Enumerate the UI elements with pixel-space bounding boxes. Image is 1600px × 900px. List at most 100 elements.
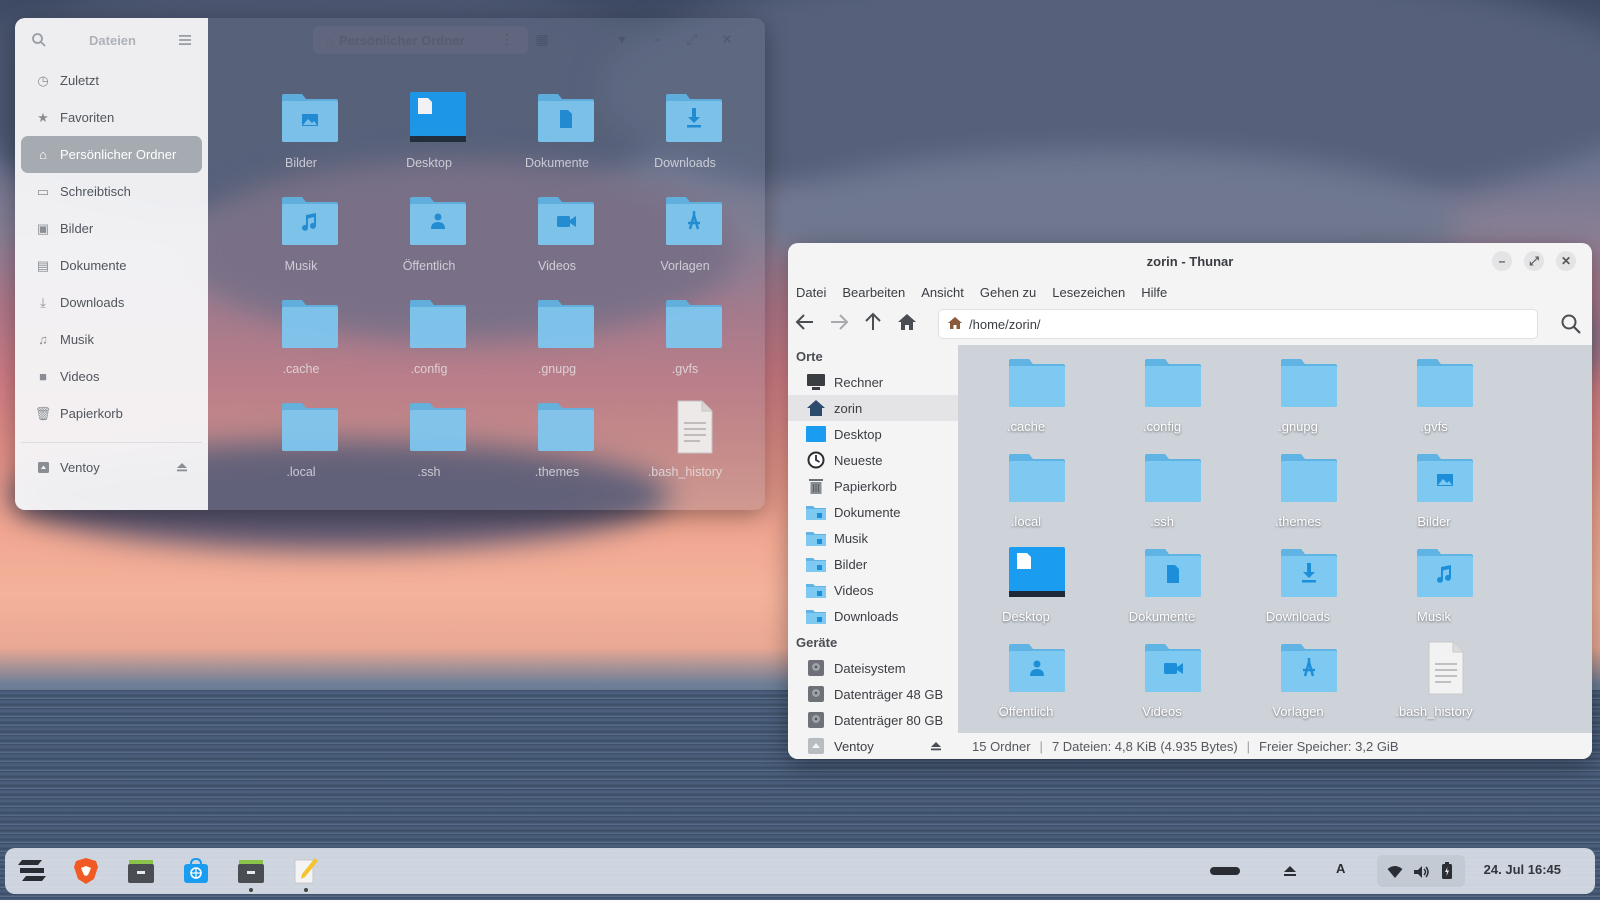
file-item[interactable]: Öffentlich [976,640,1076,732]
sidebar-item-dokumente[interactable]: Dokumente [788,499,958,525]
menu-hilfe[interactable]: Hilfe [1141,285,1167,300]
sidebar-item[interactable]: ▣ Bilder [21,210,202,247]
files-window[interactable]: Dateien ◷ Zuletzt ★ Favoriten ⌂ Persönlicher … [15,18,765,510]
file-item[interactable]: .ssh [384,399,474,499]
back-button[interactable] [788,312,822,336]
sidebar-item-bilder[interactable]: Bilder [788,551,958,577]
file-item[interactable]: Dokumente [512,90,602,190]
file-item[interactable]: .config [384,296,474,396]
statusbar: 15 Ordner | 7 Dateien: 4,8 KiB (4.935 By… [958,733,1592,759]
file-item[interactable]: .gnupg [1248,355,1348,447]
path-bar[interactable]: ⌂ Persönlicher Ordner [313,26,528,54]
file-item[interactable]: .cache [256,296,346,396]
zorin-menu-icon[interactable] [15,854,49,888]
sidebar-item-musik[interactable]: Musik [788,525,958,551]
file-item[interactable]: .ssh [1112,450,1212,542]
menu-ansicht[interactable]: Ansicht [921,285,964,300]
file-item[interactable]: Öffentlich [384,193,474,293]
maximize-icon[interactable]: ⤢ [683,31,701,49]
file-item[interactable]: .local [976,450,1076,542]
sidebar-item-neueste[interactable]: Neueste [788,447,958,473]
sidebar-item-papierkorb[interactable]: Papierkorb [788,473,958,499]
minimize-icon[interactable]: – [648,31,666,49]
home-icon: ⌂ [325,32,333,48]
file-item[interactable]: Musik [256,193,346,293]
file-item[interactable]: .bash_history [640,399,730,499]
file-item[interactable]: Musik [1384,545,1484,637]
hamburger-menu-icon[interactable] [178,34,192,46]
thunar-window[interactable]: zorin - Thunar – ⤢ ✕ Datei Bearbeiten Ansi… [788,243,1592,759]
sidebar-item-datentr-ger-48-gb[interactable]: Datenträger 48 GB [788,681,958,707]
sidebar-item-ventoy[interactable]: Ventoy [21,449,202,486]
file-item[interactable]: .bash_history [1384,640,1484,732]
software-store-icon[interactable] [179,854,213,888]
view-options-icon[interactable]: ▾ [613,31,631,49]
file-item[interactable]: Downloads [640,90,730,190]
file-item[interactable]: .gvfs [1384,355,1484,447]
sidebar-item[interactable]: ▭ Schreibtisch [21,173,202,210]
sidebar-item-dateisystem[interactable]: Dateisystem [788,655,958,681]
sidebar-item[interactable]: ◷ Zuletzt [21,62,202,99]
path-menu-icon[interactable]: ⋮ [498,31,516,49]
sidebar-item[interactable]: ■ Videos [21,358,202,395]
sidebar-item-datentr-ger-80-gb[interactable]: Datenträger 80 GB [788,707,958,733]
home-icon: ⌂ [39,147,47,162]
menu-bearbeiten[interactable]: Bearbeiten [842,285,905,300]
eject-icon[interactable] [176,460,188,475]
file-item[interactable]: Bilder [256,90,346,190]
sidebar-item-videos[interactable]: Videos [788,577,958,603]
file-item[interactable]: .cache [976,355,1076,447]
sidebar-item[interactable]: ⤓ Downloads [21,284,202,321]
forward-button[interactable] [822,312,856,336]
file-item[interactable]: .gnupg [512,296,602,396]
up-button[interactable] [856,312,890,337]
eject-icon[interactable] [1283,863,1297,882]
sidebar-item-rechner[interactable]: Rechner [788,369,958,395]
home-button[interactable] [890,312,924,336]
file-item[interactable]: Desktop [384,90,474,190]
system-tray-group[interactable] [1377,855,1465,887]
sidebar-item[interactable]: 🗑 Papierkorb [21,395,202,432]
menu-gehen-zu[interactable]: Gehen zu [980,285,1036,300]
file-manager-icon[interactable] [124,854,158,888]
clock[interactable]: 24. Jul 16:45 [1484,862,1561,877]
thunar-titlebar[interactable]: zorin - Thunar – ⤢ ✕ [788,243,1592,279]
menu-lesezeichen[interactable]: Lesezeichen [1052,285,1125,300]
close-icon[interactable]: ✕ [1556,251,1576,271]
menu-datei[interactable]: Datei [796,285,826,300]
file-item[interactable]: .themes [1248,450,1348,542]
brave-browser-icon[interactable] [69,854,103,888]
sidebar-item[interactable]: ▤ Dokumente [21,247,202,284]
file-item[interactable]: .config [1112,355,1212,447]
sidebar-item-zorin[interactable]: zorin [788,395,958,421]
sidebar-item-label: Rechner [834,374,884,390]
sidebar-item[interactable]: ⌂ Persönlicher Ordner [21,136,202,173]
eject-icon[interactable] [930,739,942,754]
file-item[interactable]: Videos [512,193,602,293]
location-bar[interactable]: /home/zorin/ [938,309,1538,339]
file-item[interactable]: Videos [1112,640,1212,732]
search-icon[interactable] [1560,313,1582,335]
sidebar-item-downloads[interactable]: Downloads [788,603,958,629]
file-item[interactable]: .themes [512,399,602,499]
sidebar-item[interactable]: ★ Favoriten [21,99,202,136]
file-manager-icon[interactable] [234,854,268,892]
keyboard-layout-indicator[interactable]: A [1336,861,1345,876]
file-item[interactable]: Desktop [976,545,1076,637]
file-item[interactable]: Vorlagen [640,193,730,293]
file-item[interactable]: .local [256,399,346,499]
search-icon[interactable] [31,32,47,48]
file-item[interactable]: Dokumente [1112,545,1212,637]
text-editor-icon[interactable] [289,854,323,892]
sidebar-item[interactable]: ♫ Musik [21,321,202,358]
file-item[interactable]: Vorlagen [1248,640,1348,732]
minimize-icon[interactable]: – [1492,251,1512,271]
sidebar-item-ventoy[interactable]: Ventoy [788,733,958,759]
file-item[interactable]: Downloads [1248,545,1348,637]
maximize-icon[interactable]: ⤢ [1524,251,1544,271]
sidebar-item-desktop[interactable]: Desktop [788,421,958,447]
file-item[interactable]: Bilder [1384,450,1484,542]
list-view-icon[interactable]: ▦ [533,31,551,49]
close-icon[interactable]: ✕ [718,31,736,49]
file-item[interactable]: .gvfs [640,296,730,396]
